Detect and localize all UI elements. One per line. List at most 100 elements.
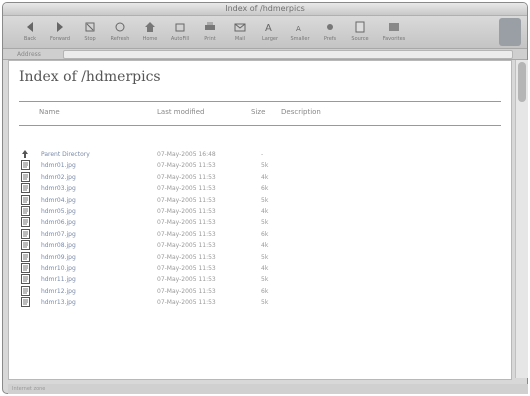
file-size: 5k [261,219,269,227]
address-field[interactable] [63,49,513,59]
list-item: hdmr12.jpg 07-May-2005 11:53 6k [19,285,499,297]
file-name-link[interactable]: hdmr07.jpg [41,231,76,238]
image-file-icon [21,240,30,251]
list-item: hdmr03.jpg 07-May-2005 11:53 6k [19,183,499,194]
toolbar-button-source[interactable]: Source [347,18,373,46]
toolbar-button-prefs[interactable]: Prefs [317,18,343,46]
column-headers: Name Last modified Size Description [19,105,499,121]
toolbar-button-label: Stop [84,36,96,42]
file-name-link[interactable]: hdmr08.jpg [41,242,76,249]
toolbar-button-label: Source [351,36,369,42]
file-name-link[interactable]: hdmr12.jpg [41,288,76,295]
mail-icon [233,20,247,34]
toolbar-button-favorites[interactable]: Favorites [377,18,411,46]
file-size: 5k [261,196,269,204]
toolbar-button-smaller[interactable]: A Smaller [287,18,313,46]
file-name-link[interactable]: Parent Directory [41,151,90,158]
toolbar-button-label: Back [23,36,37,42]
toolbar-button-refresh[interactable]: Refresh [107,18,133,46]
toolbar-button-label: Smaller [290,36,310,42]
toolbar-button-print[interactable]: Print [197,18,223,46]
file-size: 4k [261,207,269,215]
svg-text:A: A [296,25,301,33]
toolbar-button-back[interactable]: Back [17,18,43,46]
status-bar: Internet zone [8,384,528,394]
toolbar-button-label: Print [204,36,216,42]
list-item: hdmr10.jpg 07-May-2005 11:53 4k [19,262,499,274]
column-last-modified[interactable]: Last modified [157,108,204,116]
file-name-link[interactable]: hdmr09.jpg [41,254,76,261]
column-size[interactable]: Size [251,108,265,116]
toolbar-button-forward[interactable]: Forward [47,18,73,46]
source-icon [353,20,367,34]
page-title: Index of /hdmerpics [19,69,161,85]
file-size: 4k [261,264,269,272]
file-modified-date: 07-May-2005 11:53 [157,253,216,261]
file-name-link[interactable]: hdmr03.jpg [41,185,76,192]
file-modified-date: 07-May-2005 11:53 [157,299,216,307]
print-icon [203,20,217,34]
column-name[interactable]: Name [39,108,60,116]
forward-icon [53,20,67,34]
list-item: hdmr07.jpg 07-May-2005 11:53 6k [19,228,499,240]
back-icon [23,20,37,34]
file-name-link[interactable]: hdmr02.jpg [41,174,76,181]
folder-up-icon [21,149,30,159]
file-size: 5k [261,299,269,307]
file-modified-date: 07-May-2005 11:53 [157,264,216,272]
image-file-icon [21,171,30,182]
file-modified-date: 07-May-2005 11:53 [157,287,216,295]
larger-text-icon: A [263,20,277,34]
file-modified-date: 07-May-2005 11:53 [157,230,216,238]
image-file-icon [21,183,30,194]
toolbar-button-home[interactable]: Home [137,18,163,46]
file-modified-date: 07-May-2005 11:53 [157,196,216,204]
svg-text:A: A [265,23,272,33]
scrollbar-thumb[interactable] [518,62,526,102]
file-name-link[interactable]: hdmr04.jpg [41,197,76,204]
file-size: - [261,151,264,158]
stop-icon [83,20,97,34]
image-file-icon [21,285,30,296]
toolbar-button-label: Home [142,36,158,42]
toolbar-button-larger[interactable]: A Larger [257,18,283,46]
image-file-icon [21,194,30,205]
list-item: hdmr09.jpg 07-May-2005 11:53 5k [19,251,499,263]
list-item: Parent Directory 07-May-2005 16:48 - [19,149,499,160]
image-file-icon [21,205,30,216]
file-name-link[interactable]: hdmr05.jpg [41,208,76,215]
toolbar-button-label: Favorites [382,36,406,42]
file-name-link[interactable]: hdmr06.jpg [41,219,76,226]
list-item: hdmr02.jpg 07-May-2005 11:53 4k [19,171,499,183]
preferences-icon [323,20,337,34]
file-size: 5k [261,162,269,170]
toolbar-button-stop[interactable]: Stop [77,18,103,46]
list-item: hdmr13.jpg 07-May-2005 11:53 5k [19,297,499,308]
toolbar-button-autofill[interactable]: AutoFill [167,18,193,46]
image-file-icon [21,251,30,262]
column-description[interactable]: Description [281,108,321,116]
list-item: hdmr04.jpg 07-May-2005 11:53 5k [19,194,499,206]
favorites-icon [387,20,401,34]
file-modified-date: 07-May-2005 11:53 [157,276,216,284]
toolbar-button-label: AutoFill [170,36,190,42]
header-rule-bottom [19,125,501,126]
file-name-link[interactable]: hdmr01.jpg [41,162,76,169]
file-modified-date: 07-May-2005 11:53 [157,219,216,227]
file-name-link[interactable]: hdmr10.jpg [41,265,76,272]
image-file-icon [21,297,30,308]
file-name-link[interactable]: hdmr13.jpg [41,299,76,306]
toolbar: Back Forward Stop Refresh Home AutoFill Print M… [3,16,527,49]
toolbar-button-label: Forward [49,36,71,42]
file-name-link[interactable]: hdmr11.jpg [41,276,76,283]
image-file-icon [21,274,30,285]
title-bar[interactable]: Index of /hdmerpics [3,3,527,16]
file-size: 6k [261,287,269,295]
sidebar-toggle-button[interactable] [499,18,521,46]
page-content: Index of /hdmerpics Name Last modified S… [8,60,512,380]
image-file-icon [21,160,30,171]
image-file-icon [21,228,30,239]
list-item: hdmr08.jpg 07-May-2005 11:53 4k [19,240,499,251]
toolbar-button-mail[interactable]: Mail [227,18,253,46]
vertical-scrollbar[interactable] [515,60,528,378]
